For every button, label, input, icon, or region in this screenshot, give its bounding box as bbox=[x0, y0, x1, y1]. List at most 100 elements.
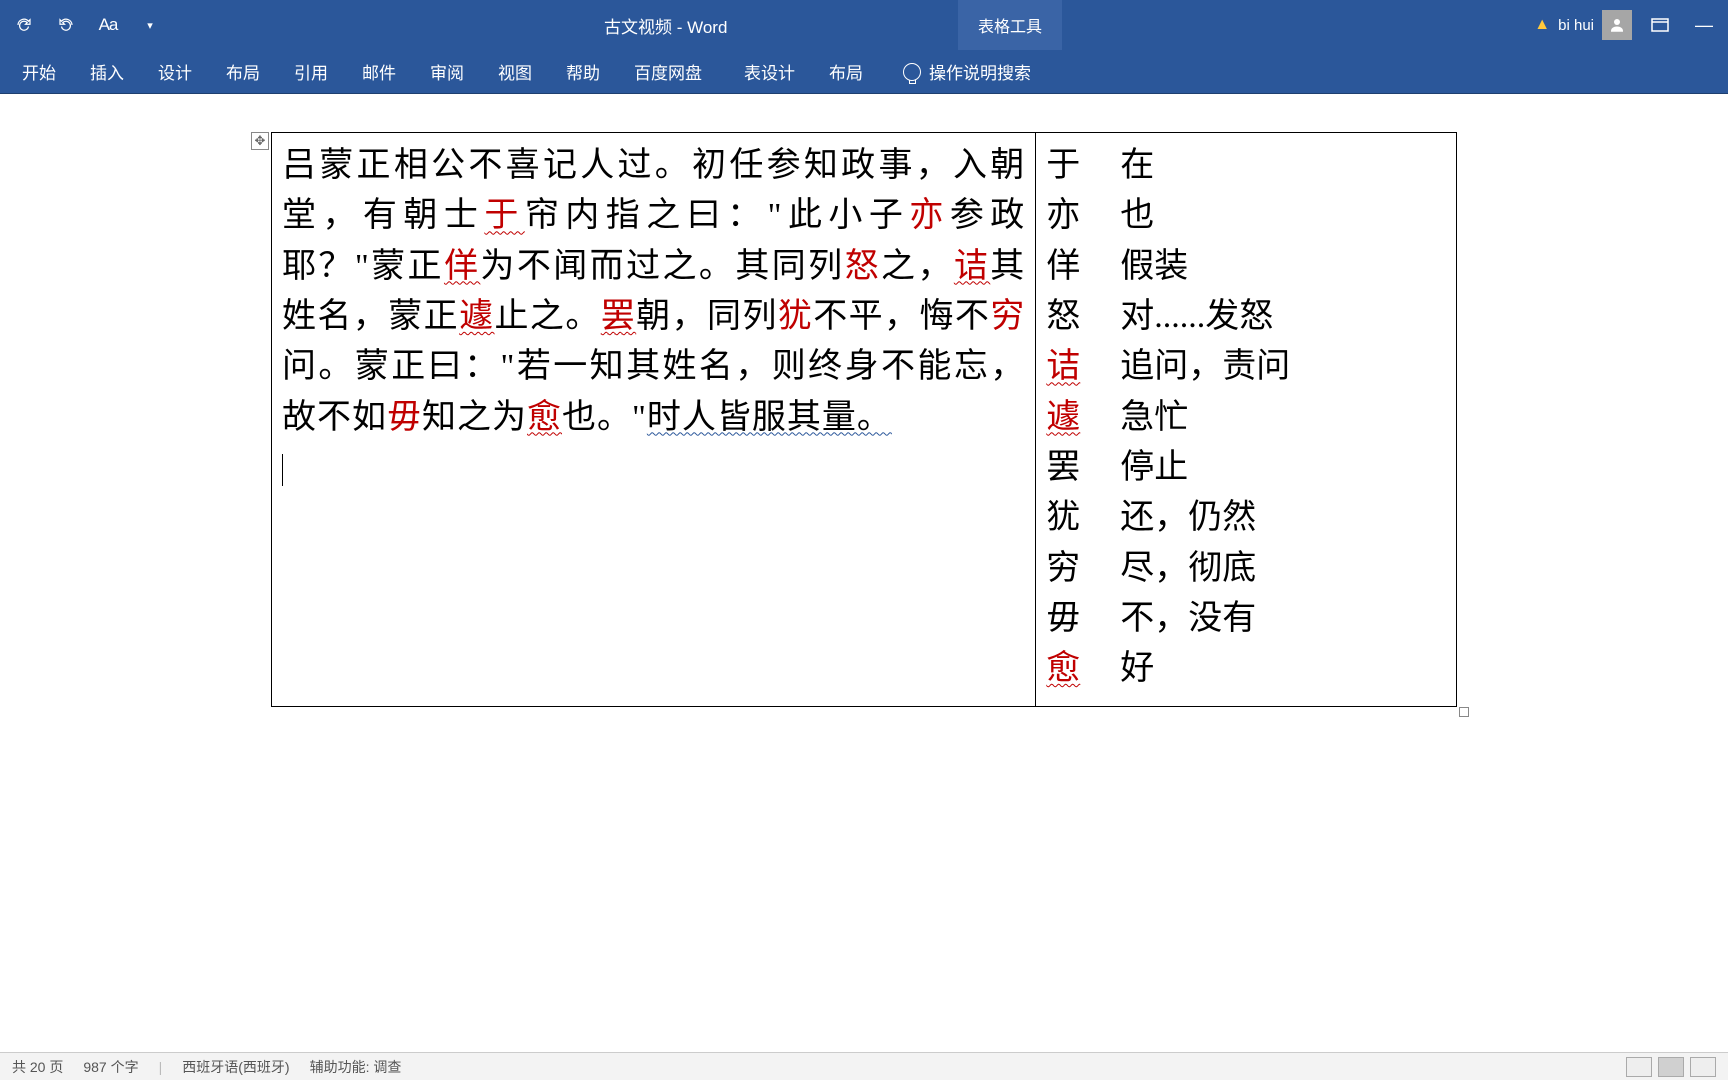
page: ✥ 吕蒙正相公不喜记人过。初任参知政事，入朝堂，有朝士于帘内指之曰："此小子亦参… bbox=[271, 132, 1457, 707]
text-cursor bbox=[282, 454, 283, 486]
hl-you: 犹 bbox=[778, 298, 813, 335]
title-bar: Aa ▾ 古文视频 - Word 表格工具 ▲ bi hui — bbox=[0, 0, 1728, 50]
tab-layout[interactable]: 布局 bbox=[222, 59, 264, 84]
vocab-term: 佯 bbox=[1046, 242, 1082, 292]
ruler bbox=[0, 114, 1728, 132]
vocab-term: 于 bbox=[1046, 141, 1082, 191]
hl-ju: 遽 bbox=[459, 298, 494, 335]
font-case-label: Aa bbox=[99, 15, 118, 35]
quick-access-toolbar: Aa ▾ bbox=[0, 11, 164, 39]
tab-review[interactable]: 审阅 bbox=[426, 59, 468, 84]
word-count[interactable]: 987 个字 bbox=[83, 1057, 138, 1077]
vocab-row: 亦也 bbox=[1046, 191, 1446, 241]
read-mode-button[interactable] bbox=[1626, 1057, 1652, 1077]
accessibility-status[interactable]: 辅助功能: 调查 bbox=[310, 1057, 402, 1077]
tab-table-layout[interactable]: 布局 bbox=[825, 59, 867, 84]
tab-home[interactable]: 开始 bbox=[18, 59, 60, 84]
hl-yu2: 愈 bbox=[527, 399, 562, 436]
web-layout-button[interactable] bbox=[1690, 1057, 1716, 1077]
main-text-cell[interactable]: 吕蒙正相公不喜记人过。初任参知政事，入朝堂，有朝士于帘内指之曰："此小子亦参政耶… bbox=[272, 133, 1036, 707]
vocab-term: 罢 bbox=[1046, 443, 1082, 493]
vocab-row: 穷尽，彻底 bbox=[1046, 544, 1446, 594]
warning-icon: ▲ bbox=[1534, 16, 1550, 34]
text-seg: 不平，悔不 bbox=[813, 298, 990, 335]
hl-nu: 怒 bbox=[845, 248, 881, 285]
table-tools-context: 表格工具 bbox=[958, 0, 1062, 50]
tab-mailings[interactable]: 邮件 bbox=[358, 59, 400, 84]
vocab-def: 还，仍然 bbox=[1120, 493, 1256, 543]
ribbon-tabs: 开始 插入 设计 布局 引用 邮件 审阅 视图 帮助 百度网盘 表设计 布局 操… bbox=[0, 50, 1728, 94]
tab-help[interactable]: 帮助 bbox=[562, 59, 604, 84]
text-seg: 为不闻而过之。其同列 bbox=[480, 248, 844, 285]
user-name: bi hui bbox=[1558, 17, 1594, 34]
tab-references[interactable]: 引用 bbox=[290, 59, 332, 84]
status-sep: | bbox=[159, 1059, 163, 1075]
hl-jie: 诘 bbox=[954, 248, 990, 285]
vocab-def: 对......发怒 bbox=[1120, 292, 1273, 342]
minimize-button[interactable]: — bbox=[1688, 9, 1720, 41]
document-area: ✥ 吕蒙正相公不喜记人过。初任参知政事，入朝堂，有朝士于帘内指之曰："此小子亦参… bbox=[0, 94, 1728, 1052]
vocab-term: 亦 bbox=[1046, 191, 1082, 241]
tab-view[interactable]: 视图 bbox=[494, 59, 536, 84]
user-account[interactable]: ▲ bi hui bbox=[1534, 10, 1632, 40]
vocab-def: 假装 bbox=[1120, 242, 1188, 292]
redo-button[interactable] bbox=[10, 11, 38, 39]
titlebar-right: ▲ bi hui — bbox=[1534, 9, 1720, 41]
tell-me-search[interactable]: 操作说明搜索 bbox=[903, 59, 1031, 84]
text-seg-wavy: 时人皆服其量。 bbox=[647, 399, 892, 436]
text-seg: 也。" bbox=[562, 399, 647, 436]
tab-insert[interactable]: 插入 bbox=[86, 59, 128, 84]
vocab-def: 尽，彻底 bbox=[1120, 544, 1256, 594]
hl-wu: 毋 bbox=[387, 399, 422, 436]
page-count[interactable]: 共 20 页 bbox=[12, 1057, 63, 1077]
text-seg: 止之。 bbox=[495, 298, 601, 335]
vocab-row: 怒对......发怒 bbox=[1046, 292, 1446, 342]
vocab-row: 遽急忙 bbox=[1046, 393, 1446, 443]
text-seg: 朝，同列 bbox=[636, 298, 778, 335]
vocab-term: 穷 bbox=[1046, 544, 1082, 594]
vocab-def: 好 bbox=[1120, 644, 1154, 694]
hl-yang: 佯 bbox=[444, 248, 480, 285]
avatar bbox=[1602, 10, 1632, 40]
vocab-def: 追问，责问 bbox=[1120, 342, 1290, 392]
text-seg: 知之为 bbox=[422, 399, 527, 436]
ribbon-display-options-button[interactable] bbox=[1644, 9, 1676, 41]
print-layout-button[interactable] bbox=[1658, 1057, 1684, 1077]
vocab-row: 罢停止 bbox=[1046, 443, 1446, 493]
text-seg: 帘内指之曰："此小子 bbox=[525, 197, 910, 234]
vocab-term: 犹 bbox=[1046, 493, 1082, 543]
vocab-def: 在 bbox=[1120, 141, 1154, 191]
table-resize-handle[interactable] bbox=[1459, 707, 1469, 717]
font-case-button[interactable]: Aa bbox=[94, 11, 122, 39]
vocab-row: 佯假装 bbox=[1046, 242, 1446, 292]
vocab-def: 急忙 bbox=[1120, 393, 1188, 443]
vocab-term: 愈 bbox=[1046, 644, 1082, 694]
table-move-handle[interactable]: ✥ bbox=[251, 132, 269, 150]
qat-dropdown-icon[interactable]: ▾ bbox=[136, 11, 164, 39]
vocab-term: 遽 bbox=[1046, 393, 1082, 443]
hl-yu: 于 bbox=[484, 197, 524, 234]
status-bar: 共 20 页 987 个字 | 西班牙语(西班牙) 辅助功能: 调查 bbox=[0, 1052, 1728, 1080]
vocab-row: 诘追问，责问 bbox=[1046, 342, 1446, 392]
language-status[interactable]: 西班牙语(西班牙) bbox=[182, 1057, 289, 1077]
vocab-term: 怒 bbox=[1046, 292, 1082, 342]
undo-button[interactable] bbox=[52, 11, 80, 39]
vocab-term: 诘 bbox=[1046, 342, 1082, 392]
hl-qiong: 穷 bbox=[990, 298, 1025, 335]
lightbulb-icon bbox=[903, 63, 921, 81]
vocab-row: 于在 bbox=[1046, 141, 1446, 191]
view-controls bbox=[1626, 1057, 1716, 1077]
content-table: 吕蒙正相公不喜记人过。初任参知政事，入朝堂，有朝士于帘内指之曰："此小子亦参政耶… bbox=[271, 132, 1457, 707]
tab-table-design[interactable]: 表设计 bbox=[740, 59, 799, 84]
vocab-def: 不，没有 bbox=[1120, 594, 1256, 644]
hl-yi: 亦 bbox=[909, 197, 949, 234]
tab-design[interactable]: 设计 bbox=[154, 59, 196, 84]
document-title: 古文视频 - Word bbox=[604, 13, 727, 38]
vocab-row: 愈好 bbox=[1046, 644, 1446, 694]
hl-ba: 罢 bbox=[601, 298, 636, 335]
vocab-def: 停止 bbox=[1120, 443, 1188, 493]
vocab-row: 犹还，仍然 bbox=[1046, 493, 1446, 543]
tab-baidu[interactable]: 百度网盘 bbox=[630, 59, 706, 84]
vocab-term: 毋 bbox=[1046, 594, 1082, 644]
vocab-cell[interactable]: 于在 亦也 佯假装 怒对......发怒 诘追问，责问 遽急忙 罢停止 犹还，仍… bbox=[1036, 133, 1457, 707]
